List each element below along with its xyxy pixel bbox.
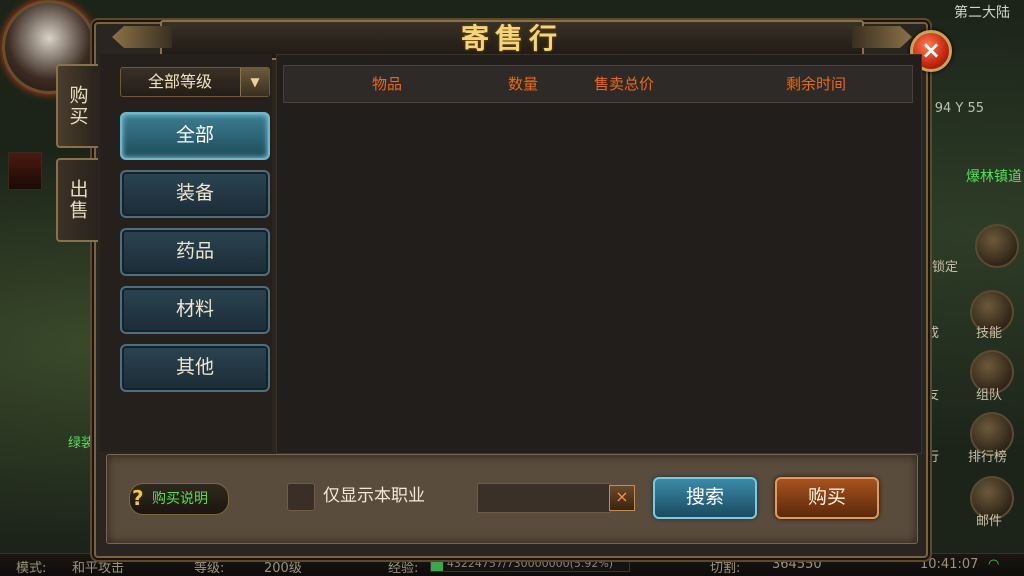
column-total-price[interactable]: 售卖总价	[594, 66, 654, 102]
search-button[interactable]: 搜索	[653, 477, 757, 519]
mode-value[interactable]: 和平攻击	[72, 557, 124, 576]
category-potion-button[interactable]: 药品	[120, 228, 270, 276]
category-other-button[interactable]: 其他	[120, 344, 270, 392]
npc-name: 爆林镇道	[966, 169, 1022, 185]
column-item[interactable]: 物品	[372, 66, 402, 102]
team-label: 组队	[976, 388, 1003, 403]
tab-buy[interactable]: 购买	[56, 64, 98, 148]
clock: 10:41:07	[920, 557, 979, 572]
ranking-label: 排行榜	[968, 450, 1008, 465]
exp-bar: 43224757/730000000(5.92%)	[430, 557, 630, 572]
class-only-checkbox[interactable]	[287, 483, 315, 511]
tab-sell[interactable]: 出售	[56, 158, 98, 242]
item-list[interactable]: 物品 数量 售卖总价 剩余时间	[276, 54, 922, 454]
left-label: 绿装	[68, 436, 95, 451]
lock-target-button[interactable]	[975, 224, 1019, 268]
lock-target-label: 锁定	[932, 260, 959, 275]
cut-value: 364550	[772, 557, 822, 572]
auction-house-dialog: 寄售行 × 购买 出售 全部等级 ▼ 全部 装备 药品 材料 其他 物品 数量 …	[56, 20, 952, 558]
grade-select[interactable]: 全部等级 ▼	[120, 67, 270, 97]
region-name: 第二大陆	[954, 5, 1010, 21]
buff-icon[interactable]	[8, 152, 42, 190]
search-input[interactable]	[477, 483, 611, 513]
wifi-icon: ◠	[988, 557, 1000, 572]
dialog-title: 寄售行	[460, 22, 563, 55]
category-equipment-button[interactable]: 装备	[120, 170, 270, 218]
title-ornament-right	[852, 26, 912, 48]
mail-label: 邮件	[976, 514, 1003, 529]
chevron-down-icon[interactable]: ▼	[240, 68, 269, 96]
list-header: 物品 数量 售卖总价 剩余时间	[283, 65, 913, 103]
coordinate-readout: 94 Y 55	[934, 101, 984, 116]
class-only-label[interactable]: 仅显示本职业	[323, 483, 425, 509]
level-value: 200级	[264, 561, 302, 576]
category-all-button[interactable]: 全部	[120, 112, 270, 160]
question-icon: ?	[132, 486, 144, 510]
buy-button[interactable]: 购买	[775, 477, 879, 519]
level-label: 等级:	[194, 561, 225, 576]
column-quantity[interactable]: 数量	[508, 66, 538, 102]
category-panel: 全部等级 ▼ 全部 装备 药品 材料 其他	[100, 54, 272, 452]
cut-label: 切割:	[710, 561, 741, 576]
exp-label: 经验:	[388, 561, 419, 576]
grade-select-value: 全部等级	[147, 72, 212, 91]
mode-label: 模式:	[16, 561, 47, 576]
clear-icon[interactable]: ×	[609, 485, 635, 511]
category-material-button[interactable]: 材料	[120, 286, 270, 334]
exp-value: 43224757/730000000(5.92%)	[446, 557, 614, 570]
buy-help-button[interactable]: ? 购买说明	[129, 483, 229, 515]
column-time-left[interactable]: 剩余时间	[786, 66, 846, 102]
skill-label: 技能	[976, 326, 1003, 341]
control-bar: ? 购买说明 仅显示本职业 × 搜索 购买	[106, 454, 918, 544]
buy-help-label: 购买说明	[152, 491, 208, 507]
